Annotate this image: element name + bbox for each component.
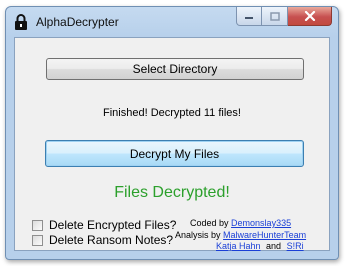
delete-ransom-notes-option[interactable]: Delete Ransom Notes? [32,233,173,247]
minimize-button[interactable] [236,7,262,26]
minimize-icon [245,17,253,19]
credits-analysts: Katja Hahn and S!Ri [175,241,306,253]
coded-by-link[interactable]: Demonslay335 [231,218,291,228]
status-text: Finished! Decrypted 11 files! [103,107,241,119]
select-directory-label: Select Directory [132,62,218,76]
delete-encrypted-checkbox[interactable] [32,219,43,231]
coded-by-label: Coded by [190,218,229,228]
caption-buttons [236,7,332,27]
select-directory-button[interactable]: Select Directory [46,58,304,80]
analyst-2-link[interactable]: S!Ri [287,241,304,251]
maximize-icon [269,11,280,21]
window-title: AlphaDecrypter [36,15,119,29]
app-window: AlphaDecrypter Select Directory Finished… [5,6,339,260]
analysis-by-label: Analysis by [175,229,221,240]
delete-ransom-notes-checkbox[interactable] [32,234,43,246]
decrypt-button[interactable]: Decrypt My Files [45,140,304,167]
credits-coded-by: Coded by Demonslay335 [175,218,306,230]
close-button[interactable] [288,7,332,26]
padlock-icon [15,14,27,30]
delete-encrypted-option[interactable]: Delete Encrypted Files? [32,218,176,232]
close-icon [304,11,315,21]
credits-analysis-by: Analysis by MalwareHunterTeam [175,230,306,242]
analyst-1-link[interactable]: Katja Hahn [216,241,261,251]
result-text: Files Decrypted! [114,184,230,201]
client-area: Select Directory Finished! Decrypted 11 … [14,37,330,251]
maximize-button[interactable] [262,7,288,26]
title-bar[interactable]: AlphaDecrypter [6,7,338,37]
delete-encrypted-label: Delete Encrypted Files? [49,218,177,232]
analysis-team-link[interactable]: MalwareHunterTeam [223,230,306,240]
decrypt-label: Decrypt My Files [129,146,220,161]
and-text: and [266,241,282,251]
credits: Coded by Demonslay335 Analysis by Malwar… [175,218,306,253]
delete-ransom-notes-label: Delete Ransom Notes? [49,233,174,247]
